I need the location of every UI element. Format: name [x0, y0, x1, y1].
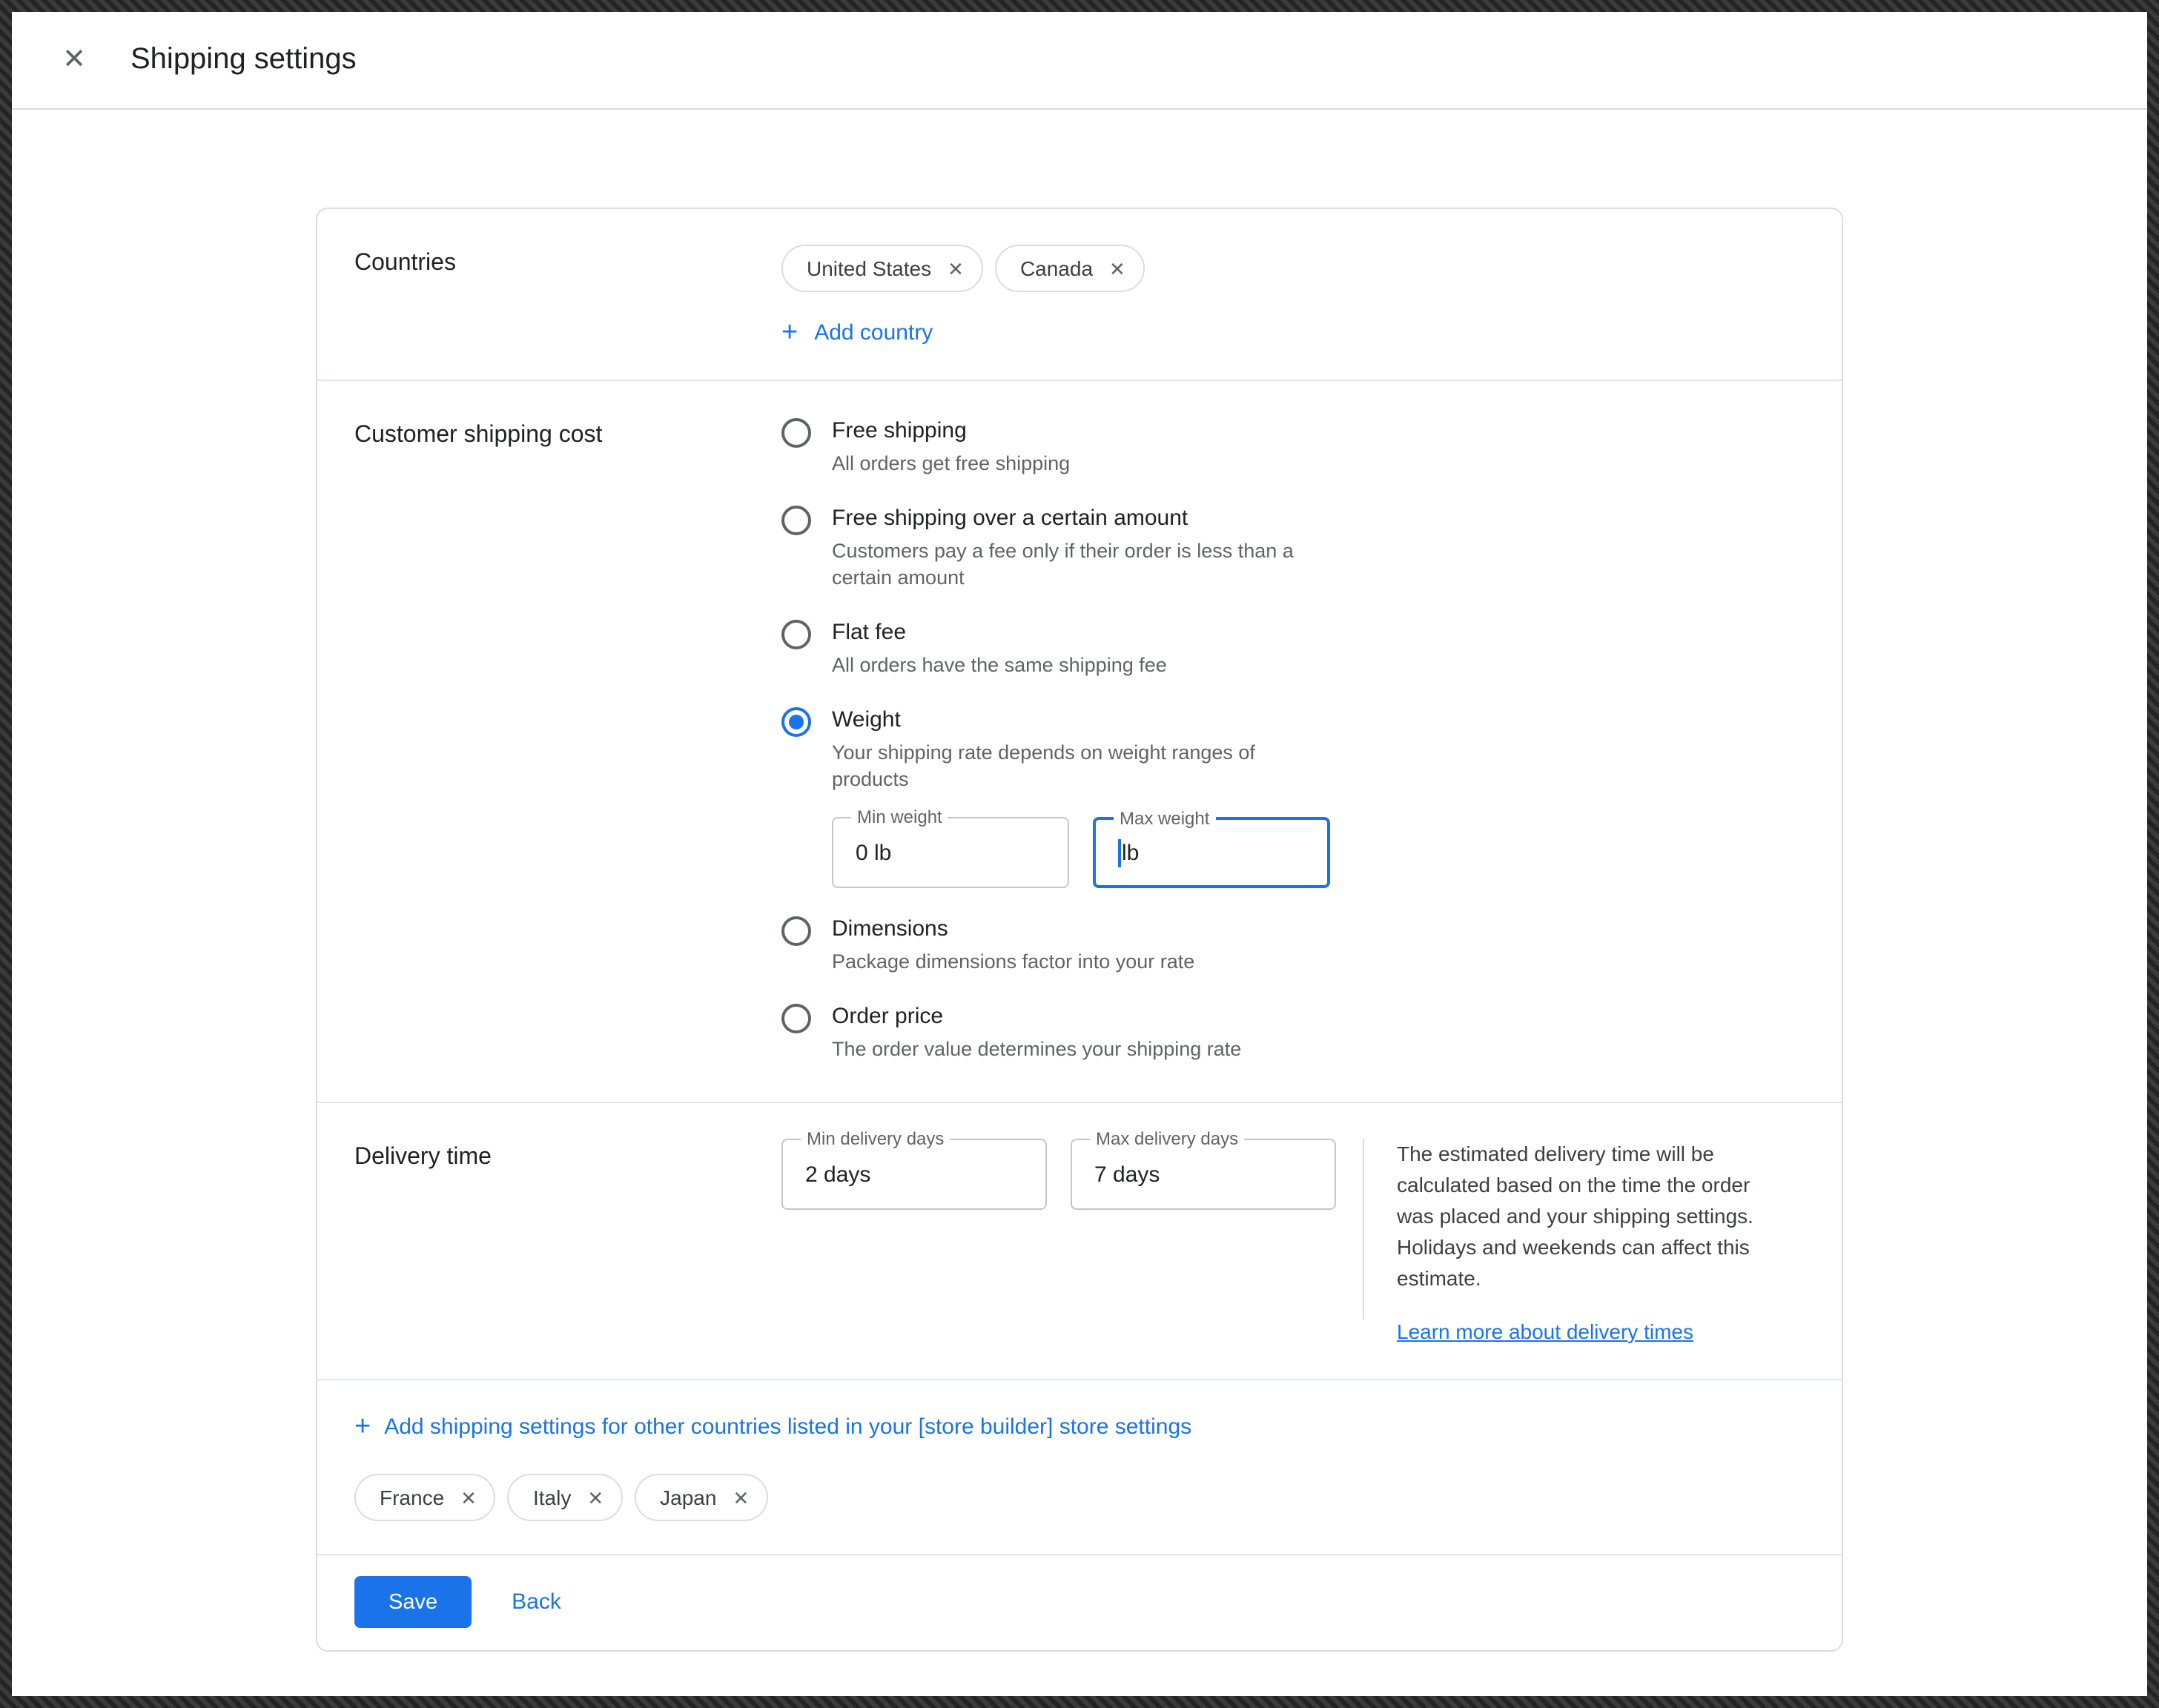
delivery-time-label: Delivery time [354, 1139, 781, 1346]
option-free-shipping-over-amount[interactable]: Free shipping over a certain amount Cust… [781, 504, 1797, 592]
min-weight-value: 0 lb [833, 818, 1068, 887]
radio-flat-fee[interactable] [781, 620, 811, 649]
option-description: Customers pay a fee only if their order … [832, 538, 1336, 592]
option-flat-fee[interactable]: Flat fee All orders have the same shippi… [781, 618, 1797, 679]
shipping-cost-section: Customer shipping cost Free shipping All… [317, 381, 1842, 1102]
add-other-countries-button[interactable]: + Add shipping settings for other countr… [354, 1413, 1797, 1441]
chip-label: France [380, 1486, 444, 1509]
option-title: Flat fee [832, 618, 1167, 648]
option-description: All orders get free shipping [832, 451, 1070, 477]
screenshot-frame: ✕ Shipping settings Countries United Sta… [0, 0, 2159, 1708]
delivery-estimate-note: The estimated delivery time will be calc… [1397, 1139, 1776, 1294]
max-weight-value: lb [1122, 840, 1139, 865]
chip-close-icon[interactable]: ✕ [948, 259, 964, 278]
min-delivery-days-value: 2 days [783, 1140, 1045, 1208]
country-chip-united-states[interactable]: United States ✕ [781, 245, 983, 292]
max-delivery-days-label: Max delivery days [1090, 1128, 1244, 1149]
chip-close-icon[interactable]: ✕ [587, 1488, 604, 1507]
delivery-time-section: Delivery time Min delivery days 2 days M… [317, 1103, 1842, 1379]
text-cursor [1118, 838, 1120, 867]
option-dimensions[interactable]: Dimensions Package dimensions factor int… [781, 915, 1797, 976]
radio-free-shipping[interactable] [781, 418, 811, 448]
country-chip-italy[interactable]: Italy ✕ [508, 1474, 623, 1521]
countries-section: Countries United States ✕ Canada ✕ + Add… [317, 209, 1842, 380]
shipping-settings-dialog: ✕ Shipping settings Countries United Sta… [12, 12, 2147, 1696]
option-order-price[interactable]: Order price The order value determines y… [781, 1002, 1797, 1063]
chip-label: Italy [533, 1486, 571, 1509]
option-free-shipping[interactable]: Free shipping All orders get free shippi… [781, 417, 1797, 477]
chip-label: Japan [660, 1486, 716, 1509]
option-title: Order price [832, 1002, 1241, 1032]
option-title: Weight [832, 706, 1336, 735]
delivery-days-fields: Min delivery days 2 days Max delivery da… [781, 1139, 1336, 1346]
min-weight-label: Min weight [851, 807, 948, 827]
chip-label: Canada [1020, 256, 1093, 280]
save-button[interactable]: Save [354, 1576, 472, 1628]
other-countries-section: + Add shipping settings for other countr… [317, 1380, 1842, 1554]
dialog-footer: Save Back [317, 1555, 1842, 1650]
learn-more-link[interactable]: Learn more about delivery times [1397, 1320, 1693, 1343]
chip-close-icon[interactable]: ✕ [460, 1488, 477, 1507]
option-description: The order value determines your shipping… [832, 1036, 1241, 1063]
page-title: Shipping settings [130, 43, 357, 77]
add-country-button[interactable]: + Add country [781, 319, 1797, 347]
chip-close-icon[interactable]: ✕ [733, 1488, 749, 1507]
close-icon[interactable]: ✕ [56, 46, 92, 74]
chip-close-icon[interactable]: ✕ [1109, 259, 1125, 278]
radio-dimensions[interactable] [781, 916, 811, 946]
option-description: All orders have the same shipping fee [832, 652, 1167, 679]
min-delivery-days-field[interactable]: Min delivery days 2 days [781, 1139, 1047, 1210]
add-other-countries-label: Add shipping settings for other countrie… [384, 1414, 1191, 1440]
other-countries-chip-row: France ✕ Italy ✕ Japan ✕ [354, 1474, 1797, 1521]
option-title: Dimensions [832, 915, 1194, 944]
countries-chip-row: United States ✕ Canada ✕ [781, 245, 1797, 292]
option-title: Free shipping [832, 417, 1070, 446]
max-weight-label: Max weight [1114, 808, 1215, 829]
shipping-cost-label: Customer shipping cost [354, 417, 781, 1069]
plus-icon: + [781, 319, 798, 347]
chip-label: United States [807, 256, 931, 280]
min-delivery-days-label: Min delivery days [801, 1128, 950, 1149]
plus-icon: + [354, 1413, 371, 1441]
option-weight[interactable]: Weight Your shipping rate depends on wei… [781, 706, 1797, 793]
radio-weight[interactable] [781, 707, 811, 737]
dialog-header: ✕ Shipping settings [12, 12, 2147, 110]
option-title: Free shipping over a certain amount [832, 504, 1336, 534]
country-chip-japan[interactable]: Japan ✕ [635, 1474, 768, 1521]
option-description: Package dimensions factor into your rate [832, 949, 1194, 976]
add-country-label: Add country [814, 320, 933, 345]
country-chip-canada[interactable]: Canada ✕ [995, 245, 1145, 292]
settings-card: Countries United States ✕ Canada ✕ + Add… [316, 208, 1843, 1652]
countries-label: Countries [354, 245, 781, 347]
radio-order-price[interactable] [781, 1004, 811, 1033]
max-delivery-days-field[interactable]: Max delivery days 7 days [1071, 1139, 1336, 1210]
option-description: Your shipping rate depends on weight ran… [832, 740, 1336, 793]
min-weight-field[interactable]: Min weight 0 lb [832, 817, 1069, 888]
back-button[interactable]: Back [512, 1589, 561, 1615]
max-delivery-days-value: 7 days [1072, 1140, 1335, 1208]
country-chip-france[interactable]: France ✕ [354, 1474, 496, 1521]
max-weight-field[interactable]: Max weight lb [1093, 817, 1330, 888]
radio-free-shipping-over-amount[interactable] [781, 506, 811, 535]
weight-range-fields: Min weight 0 lb Max weight lb [832, 817, 1797, 888]
